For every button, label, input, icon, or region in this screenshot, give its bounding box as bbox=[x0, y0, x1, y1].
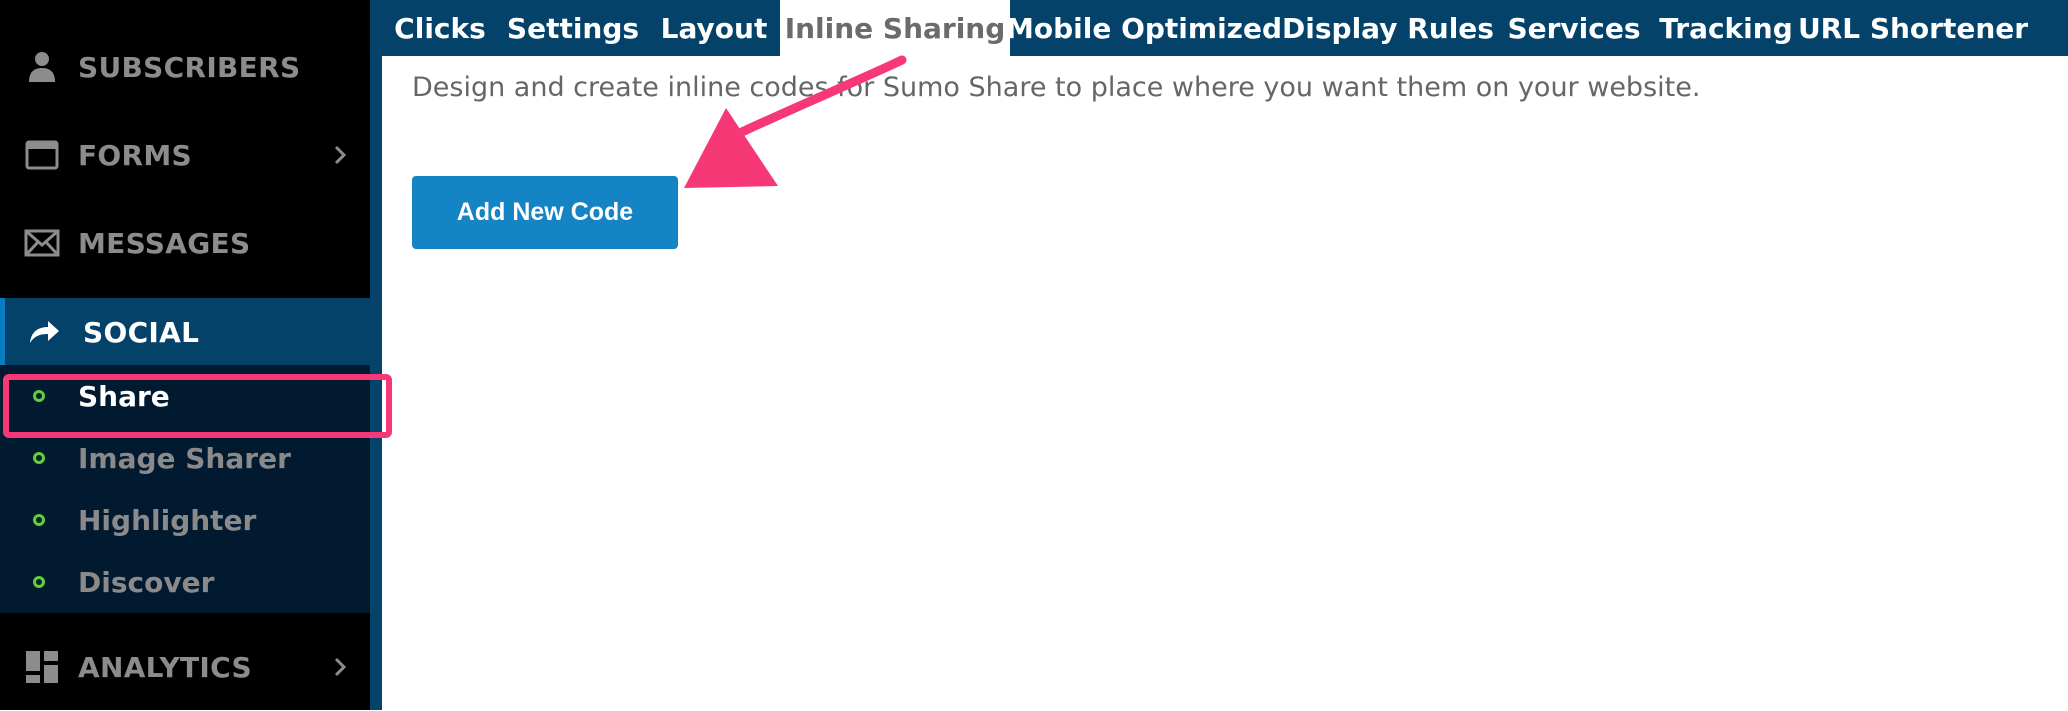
sidebar-item-label: FORMS bbox=[78, 138, 193, 172]
submenu-item-label: Discover bbox=[78, 565, 215, 599]
sidebar-item-messages[interactable]: MESSAGES bbox=[0, 199, 370, 287]
chevron-right-icon bbox=[330, 653, 350, 681]
add-new-code-button[interactable]: Add New Code bbox=[412, 176, 678, 249]
window-icon bbox=[24, 137, 60, 173]
tab-clicks[interactable]: Clicks bbox=[382, 0, 498, 56]
social-submenu: Share Image Sharer Highlighter Discover bbox=[0, 365, 370, 613]
tab-layout[interactable]: Layout bbox=[648, 0, 780, 56]
sidebar-divider bbox=[370, 0, 382, 710]
page-description: Design and create inline codes for Sumo … bbox=[412, 72, 1701, 103]
tab-services[interactable]: Services bbox=[1498, 0, 1650, 56]
sidebar-item-label: SUBSCRIBERS bbox=[78, 50, 301, 84]
sidebar-item-forms[interactable]: FORMS bbox=[0, 111, 370, 199]
chevron-right-icon bbox=[330, 141, 350, 169]
user-icon bbox=[24, 49, 60, 85]
sidebar-item-social[interactable]: SOCIAL bbox=[0, 298, 370, 366]
status-dot-icon bbox=[33, 514, 45, 526]
submenu-item-label: Share bbox=[78, 379, 170, 413]
submenu-item-image-sharer[interactable]: Image Sharer bbox=[0, 433, 370, 483]
tab-settings[interactable]: Settings bbox=[498, 0, 648, 56]
share-arrow-icon bbox=[26, 314, 62, 350]
tab-tracking[interactable]: Tracking bbox=[1650, 0, 1802, 56]
tab-bar: Clicks Settings Layout Inline Sharing Mo… bbox=[382, 0, 2068, 56]
dashboard-grid-icon bbox=[24, 649, 60, 685]
tab-url-shortener[interactable]: URL Shortener bbox=[1798, 0, 2028, 56]
tab-inline-sharing[interactable]: Inline Sharing bbox=[780, 0, 1010, 56]
tab-display-rules[interactable]: Display Rules bbox=[1278, 0, 1498, 56]
sidebar-item-label: SOCIAL bbox=[83, 315, 200, 349]
submenu-item-highlighter[interactable]: Highlighter bbox=[0, 495, 370, 545]
sidebar-item-label: ANALYTICS bbox=[78, 650, 252, 684]
sidebar-item-label: MESSAGES bbox=[78, 226, 251, 260]
submenu-item-share[interactable]: Share bbox=[0, 371, 370, 421]
envelope-icon bbox=[24, 225, 60, 261]
submenu-item-discover[interactable]: Discover bbox=[0, 557, 370, 607]
status-dot-icon bbox=[33, 576, 45, 588]
sidebar-item-subscribers[interactable]: SUBSCRIBERS bbox=[0, 23, 370, 111]
tab-mobile-optimized[interactable]: Mobile Optimized bbox=[1006, 0, 1282, 56]
submenu-item-label: Highlighter bbox=[78, 503, 257, 537]
submenu-item-label: Image Sharer bbox=[78, 441, 291, 475]
status-dot-icon bbox=[33, 452, 45, 464]
sidebar: SUBSCRIBERS FORMS MESSAGES SOCIAL Share … bbox=[0, 0, 370, 710]
status-dot-icon bbox=[33, 390, 45, 402]
sidebar-item-analytics[interactable]: ANALYTICS bbox=[0, 623, 370, 711]
